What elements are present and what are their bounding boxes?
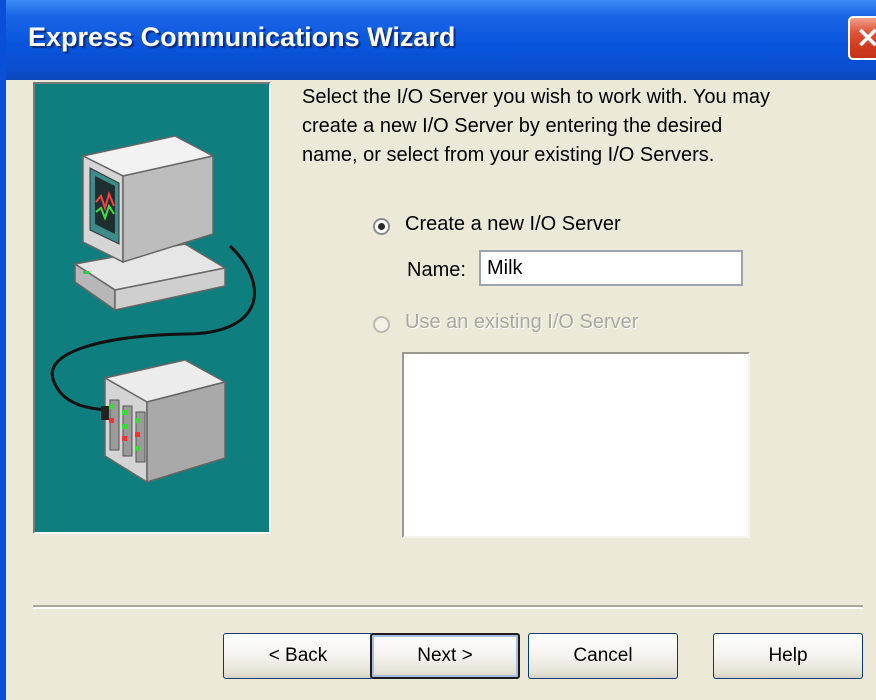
computer-icon xyxy=(73,135,228,312)
create-new-radio[interactable] xyxy=(373,218,390,235)
title-bar[interactable]: Express Communications Wizard xyxy=(6,0,876,80)
plc-rack-icon xyxy=(101,359,228,484)
existing-servers-list[interactable] xyxy=(402,352,750,538)
button-separator xyxy=(33,605,863,609)
next-button[interactable]: Next > xyxy=(370,633,520,679)
back-button[interactable]: < Back xyxy=(223,633,373,679)
close-button[interactable]: × xyxy=(848,16,876,60)
close-icon: × xyxy=(855,20,876,55)
help-button[interactable]: Help xyxy=(713,633,863,679)
use-existing-label[interactable]: Use an existing I/O Server xyxy=(405,311,638,334)
cancel-button[interactable]: Cancel xyxy=(528,633,678,679)
name-label: Name: xyxy=(407,259,466,281)
instructions-text: Select the I/O Server you wish to work w… xyxy=(302,86,770,166)
use-existing-radio[interactable] xyxy=(373,316,390,333)
window-title: Express Communications Wizard xyxy=(28,22,456,52)
wizard-illustration xyxy=(33,82,271,534)
server-name-input[interactable] xyxy=(479,250,743,286)
create-new-label[interactable]: Create a new I/O Server xyxy=(405,213,621,236)
computer-plc-illustration xyxy=(50,135,256,484)
